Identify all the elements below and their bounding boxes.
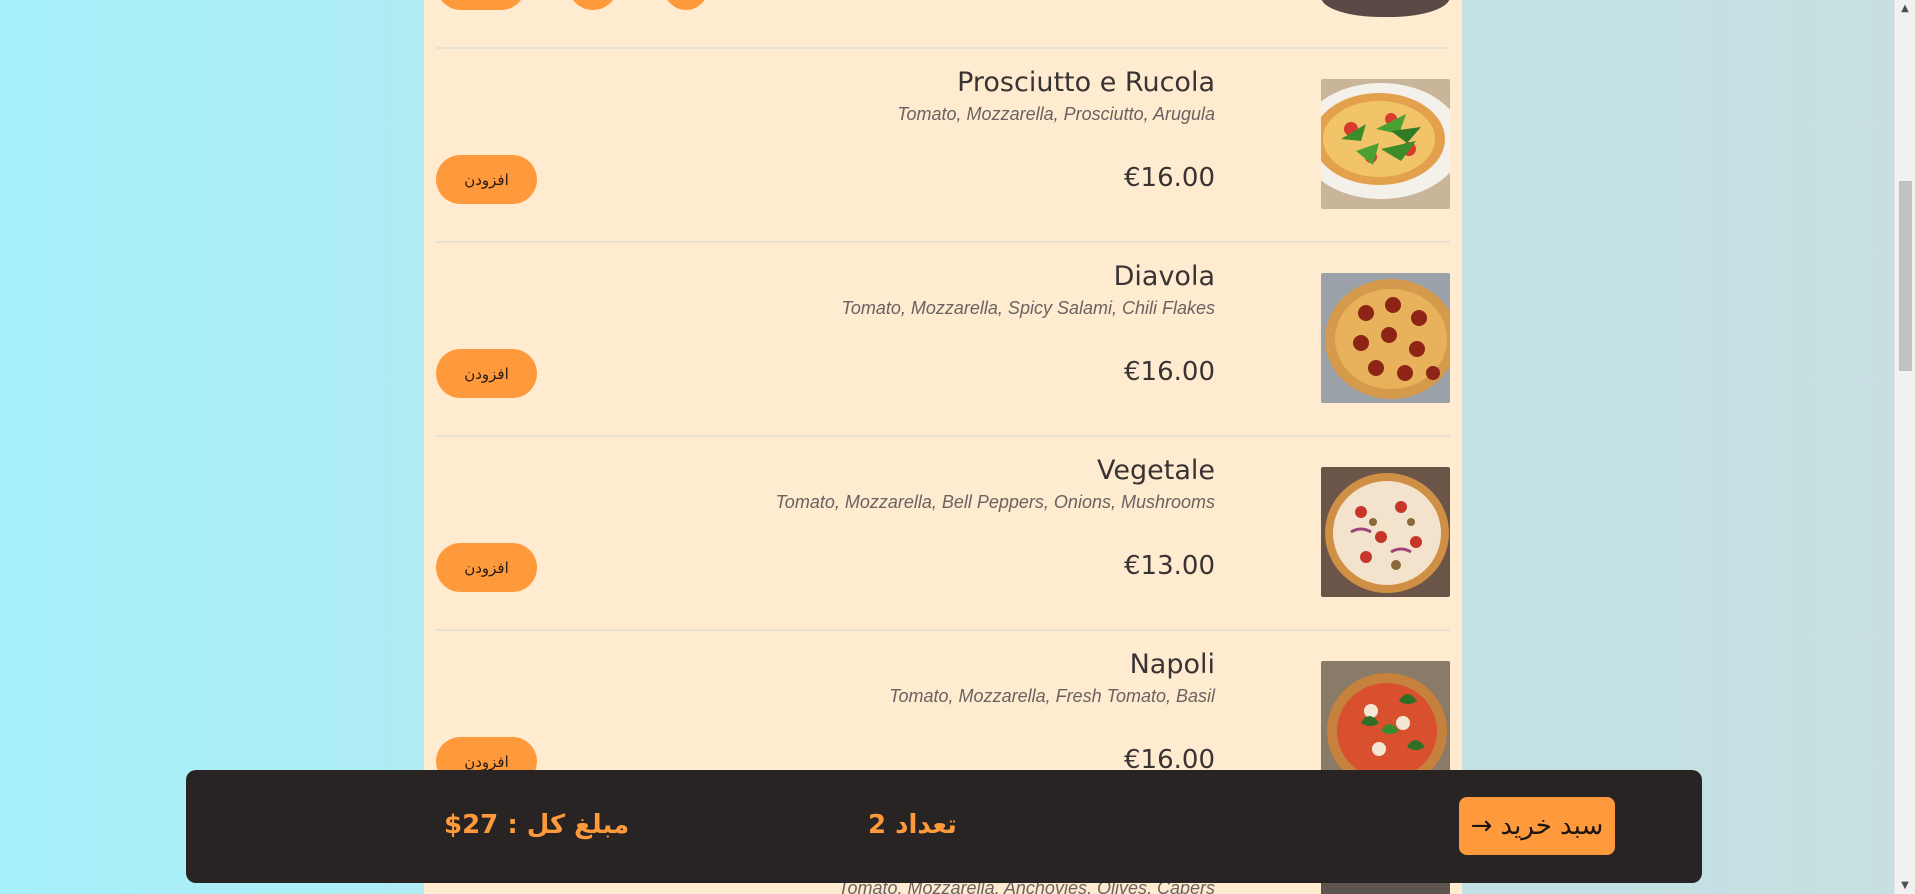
cart-button[interactable]: → سبد خرید	[1459, 797, 1615, 855]
item-price: €16.00	[1124, 357, 1215, 387]
pizza-arugula-image	[1321, 79, 1450, 209]
item-description: Tomato, Mozzarella, Spicy Salami, Chili …	[841, 298, 1215, 318]
item-price: €13.00	[1124, 551, 1215, 581]
scroll-up-icon[interactable]: ▲	[1895, 0, 1915, 17]
scroll-down-icon[interactable]: ▼	[1895, 877, 1915, 894]
cart-count: تعداد 2	[868, 810, 957, 840]
page-scrollbar[interactable]: ▲ ▼	[1894, 0, 1915, 894]
cart-bar: مبلغ کل : 27$ تعداد 2 → سبد خرید	[186, 770, 1702, 883]
item-name: Prosciutto e Rucola	[957, 67, 1215, 98]
menu-panel: Prosciutto e Rucola Tomato, Mozzarella, …	[424, 0, 1462, 894]
add-to-cart-button[interactable]: افزودن	[436, 155, 537, 204]
item-description: Tomato, Mozzarella, Fresh Tomato, Basil	[889, 686, 1215, 706]
item-price: €16.00	[1124, 163, 1215, 193]
item-description: Tomato, Mozzarella, Prosciutto, Arugula	[897, 104, 1215, 124]
previous-item-image	[1321, 0, 1450, 17]
add-to-cart-button[interactable]: افزودن	[436, 543, 537, 592]
menu-item: Prosciutto e Rucola Tomato, Mozzarella, …	[436, 47, 1450, 241]
add-to-cart-button[interactable]: افزودن	[436, 349, 537, 398]
menu-item: Diavola Tomato, Mozzarella, Spicy Salami…	[436, 241, 1450, 435]
pizza-vegetable-image	[1321, 467, 1450, 597]
previous-item-partial	[424, 0, 1462, 50]
previous-option-button[interactable]	[664, 0, 708, 10]
previous-option-button[interactable]	[568, 0, 618, 10]
menu-item: Vegetale Tomato, Mozzarella, Bell Pepper…	[436, 435, 1450, 629]
cart-button-label: سبد خرید	[1500, 811, 1604, 841]
item-name: Vegetale	[1097, 455, 1215, 486]
previous-add-button[interactable]	[436, 0, 526, 10]
scroll-thumb[interactable]	[1899, 181, 1912, 371]
arrow-right-icon: →	[1470, 811, 1493, 841]
pizza-salami-image	[1321, 273, 1450, 403]
item-name: Diavola	[1113, 261, 1215, 292]
cart-total: مبلغ کل : 27$	[444, 810, 630, 840]
item-description: Tomato, Mozzarella, Bell Peppers, Onions…	[775, 492, 1215, 512]
item-name: Napoli	[1129, 649, 1215, 680]
